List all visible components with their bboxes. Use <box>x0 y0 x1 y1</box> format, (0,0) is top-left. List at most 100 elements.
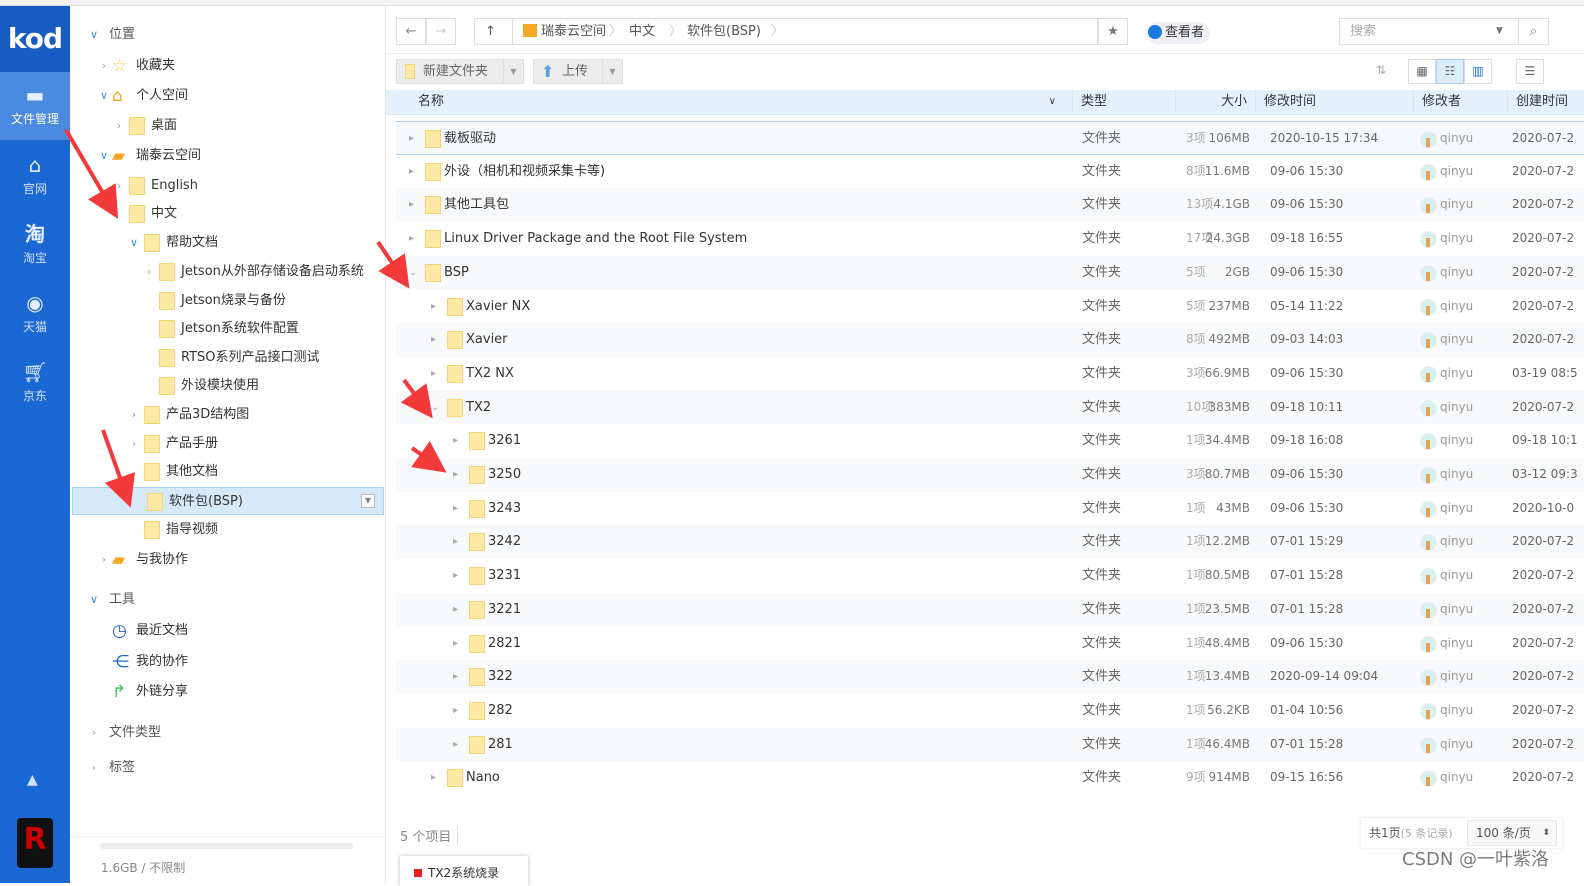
tree-node[interactable]: › ☆ 收藏夹 <box>70 52 384 80</box>
table-row[interactable]: ▸ 3221 文件夹 1项 23.5MB 07-01 15:28 qinyu 2020-07-… <box>396 592 1584 627</box>
table-row[interactable]: ▸ 3243 文件夹 1项 43MB 09-06 15:30 qinyu 2020-10-0 <box>396 492 1584 526</box>
star-button[interactable]: ★ <box>1098 18 1128 45</box>
file-name[interactable]: 3231 <box>488 559 521 592</box>
table-row[interactable]: ⌄ TX2 文件夹 10项 383MB 09-18 10:11 qinyu 2020-07-2 <box>396 390 1584 425</box>
table-row[interactable]: ▸ 322 文件夹 1项 13.4MB 2020-09-14 09:04 qinyu 2020… <box>396 660 1584 694</box>
chevron-down-icon[interactable]: ∨ <box>128 229 140 257</box>
tree-node[interactable]: Jetson系统软件配置 <box>70 315 384 343</box>
table-row[interactable]: ▸ 2821 文件夹 1项 48.4MB 09-06 15:30 qinyu 2020-07-… <box>396 627 1584 661</box>
column-mtime[interactable]: 修改时间 <box>1255 90 1413 114</box>
file-name[interactable]: 3250 <box>488 458 521 491</box>
column-size[interactable]: 大小 <box>1175 90 1255 114</box>
file-name[interactable]: 282 <box>488 694 513 727</box>
rail-item-jd[interactable]: 🛒︎ 京东 <box>0 349 70 417</box>
rail-item-taobao[interactable]: 淘淘宝 <box>0 211 70 279</box>
file-name[interactable]: 281 <box>488 728 513 761</box>
tree-node[interactable]: › 标签 <box>70 754 384 782</box>
tree-node[interactable]: 中文 <box>70 200 384 228</box>
file-name[interactable]: Xavier NX <box>466 290 530 323</box>
file-name[interactable]: 其他工具包 <box>444 188 509 221</box>
address-bar[interactable]: ↑ 瑞泰云空间 〉 中文 〉 软件包(BSP) 〉 <box>474 18 1098 45</box>
chevron-right-icon[interactable]: ▸ <box>409 222 414 255</box>
forward-button[interactable]: → <box>426 18 456 45</box>
chevron-right-icon[interactable]: › <box>128 430 140 458</box>
tree-node[interactable]: ⋲ 我的协作 <box>70 648 384 676</box>
tree-node[interactable]: 外设模块使用 <box>70 372 384 400</box>
tree-node[interactable]: 指导视频 <box>70 516 384 544</box>
table-row[interactable]: ▸ 3231 文件夹 1项 80.5MB 07-01 15:28 qinyu 2020-07-… <box>396 559 1584 593</box>
file-name[interactable]: Xavier <box>466 323 508 356</box>
file-name[interactable]: 3221 <box>488 593 521 626</box>
file-name[interactable]: 外设（相机和视频采集卡等) <box>444 155 605 188</box>
tree-node[interactable]: › 产品手册 <box>70 430 384 458</box>
chevron-down-icon[interactable]: ▼ <box>503 60 523 83</box>
tree-node[interactable]: ∨ ⌂ 个人空间 <box>70 82 384 110</box>
table-row[interactable]: ▸ Linux Driver Package and the Root File … <box>396 222 1584 256</box>
icon-view-button[interactable]: ▦ <box>1408 59 1436 84</box>
rail-item-tmall[interactable]: ◉ 天猫 <box>0 280 70 348</box>
node-menu-button[interactable]: ▼ <box>361 494 375 508</box>
breadcrumb-item[interactable]: 软件包(BSP) <box>679 19 761 44</box>
chevron-right-icon[interactable]: › <box>128 401 140 429</box>
file-name[interactable]: 3243 <box>488 492 521 525</box>
chevron-right-icon[interactable]: ▸ <box>431 323 436 356</box>
back-button[interactable]: ← <box>396 18 426 45</box>
file-name[interactable]: 322 <box>488 660 513 693</box>
file-name[interactable]: Nano <box>466 761 500 794</box>
chevron-right-icon[interactable]: ▸ <box>453 424 458 457</box>
chevron-right-icon[interactable]: › <box>143 258 155 286</box>
search-dropdown-icon[interactable]: ▼ <box>1496 19 1503 44</box>
table-row[interactable]: ▸ 外设（相机和视频采集卡等) 文件夹 8项 11.6MB 09-06 15:30 qiny… <box>396 155 1584 189</box>
table-row[interactable]: ▸ 3261 文件夹 1项 34.4MB 09-18 16:08 qinyu 09-18 10… <box>396 424 1584 458</box>
chevron-right-icon[interactable]: ▸ <box>431 357 436 390</box>
sort-icon[interactable]: ⇅ <box>1376 63 1386 77</box>
table-row[interactable]: ▸ 282 文件夹 1项 56.2KB 01-04 10:56 qinyu 2020-07-2 <box>396 694 1584 728</box>
rail-item-files[interactable]: ▬ 文件管理 <box>0 72 70 140</box>
chevron-right-icon[interactable]: › <box>98 546 110 574</box>
chevron-right-icon[interactable]: ▸ <box>409 155 414 188</box>
upload-button[interactable]: ⬆ 上传 ▼ <box>533 59 623 84</box>
chevron-down-icon[interactable]: ∨ <box>1049 90 1056 114</box>
breadcrumb-item[interactable]: 中文 <box>621 19 655 44</box>
per-page-select[interactable]: 100 条/页 ⬍ <box>1467 820 1557 846</box>
file-name[interactable]: 3261 <box>488 424 521 457</box>
tree-node[interactable]: RTSO系列产品接口测试 <box>70 344 384 372</box>
file-name[interactable]: 2821 <box>488 627 521 660</box>
tree-node[interactable]: › 桌面 <box>70 112 384 140</box>
chevron-right-icon[interactable]: ▸ <box>431 290 436 323</box>
tree-node[interactable]: › 产品3D结构图 <box>70 401 384 429</box>
tree-node[interactable]: › English <box>70 172 384 200</box>
chevron-right-icon[interactable]: ▸ <box>453 728 458 761</box>
column-user[interactable]: 修改者 <box>1413 90 1507 114</box>
chevron-right-icon[interactable]: ▸ <box>453 492 458 525</box>
tree-node[interactable]: ◷ 最近文档 <box>70 617 384 645</box>
tree-node[interactable]: ∨ 位置 <box>70 21 384 49</box>
chevron-right-icon[interactable]: ▸ <box>453 458 458 491</box>
chevron-down-icon[interactable]: ▼ <box>602 60 622 83</box>
column-name[interactable]: 名称 ∨ <box>410 90 1070 114</box>
list-view-button[interactable]: ☷ <box>1436 59 1464 84</box>
table-row[interactable]: ▸ 载板驱动 文件夹 3项 106MB 2020-10-15 17:34 qinyu 2020… <box>396 121 1584 155</box>
details-panel-button[interactable]: ☰ <box>1516 59 1544 84</box>
table-row[interactable]: ▸ 3242 文件夹 1项 12.2MB 07-01 15:29 qinyu 2020-07-… <box>396 525 1584 560</box>
file-name[interactable]: BSP <box>444 256 469 289</box>
chevron-right-icon[interactable]: ▸ <box>453 593 458 626</box>
chevron-down-icon[interactable]: ⌄ <box>431 391 439 424</box>
chevron-right-icon[interactable]: ▸ <box>409 122 414 155</box>
table-row[interactable]: ▸ Nano 文件夹 9项 914MB 09-15 16:56 qinyu 2020-07-2 <box>396 761 1584 795</box>
rail-item-website[interactable]: ⌂ 官网 <box>0 142 70 210</box>
tree-node[interactable]: ∨ ▰ 瑞泰云空间 <box>70 142 384 170</box>
table-row[interactable]: ▸ Xavier 文件夹 8项 492MB 09-03 14:03 qinyu 2020-07… <box>396 323 1584 357</box>
table-row[interactable]: ▸ Xavier NX 文件夹 5项 237MB 05-14 11:22 qinyu 2020… <box>396 290 1584 324</box>
chevron-down-icon[interactable]: ∨ <box>98 142 110 170</box>
column-ctime[interactable]: 创建时间 <box>1507 90 1584 114</box>
search-input[interactable]: 搜索 <box>1339 18 1519 45</box>
chevron-down-icon[interactable]: ∨ <box>88 21 100 49</box>
file-name[interactable]: TX2 NX <box>466 357 514 390</box>
chevron-down-icon[interactable]: ⌄ <box>409 256 417 289</box>
split-view-button[interactable]: ▥ <box>1464 59 1492 84</box>
table-row[interactable]: ▸ 其他工具包 文件夹 13项 4.1GB 09-06 15:30 qinyu 2020-07… <box>396 188 1584 223</box>
file-name[interactable]: TX2 <box>466 391 491 424</box>
chevron-right-icon[interactable]: › <box>88 754 100 782</box>
search-icon[interactable]: ⌕ <box>1519 18 1549 45</box>
